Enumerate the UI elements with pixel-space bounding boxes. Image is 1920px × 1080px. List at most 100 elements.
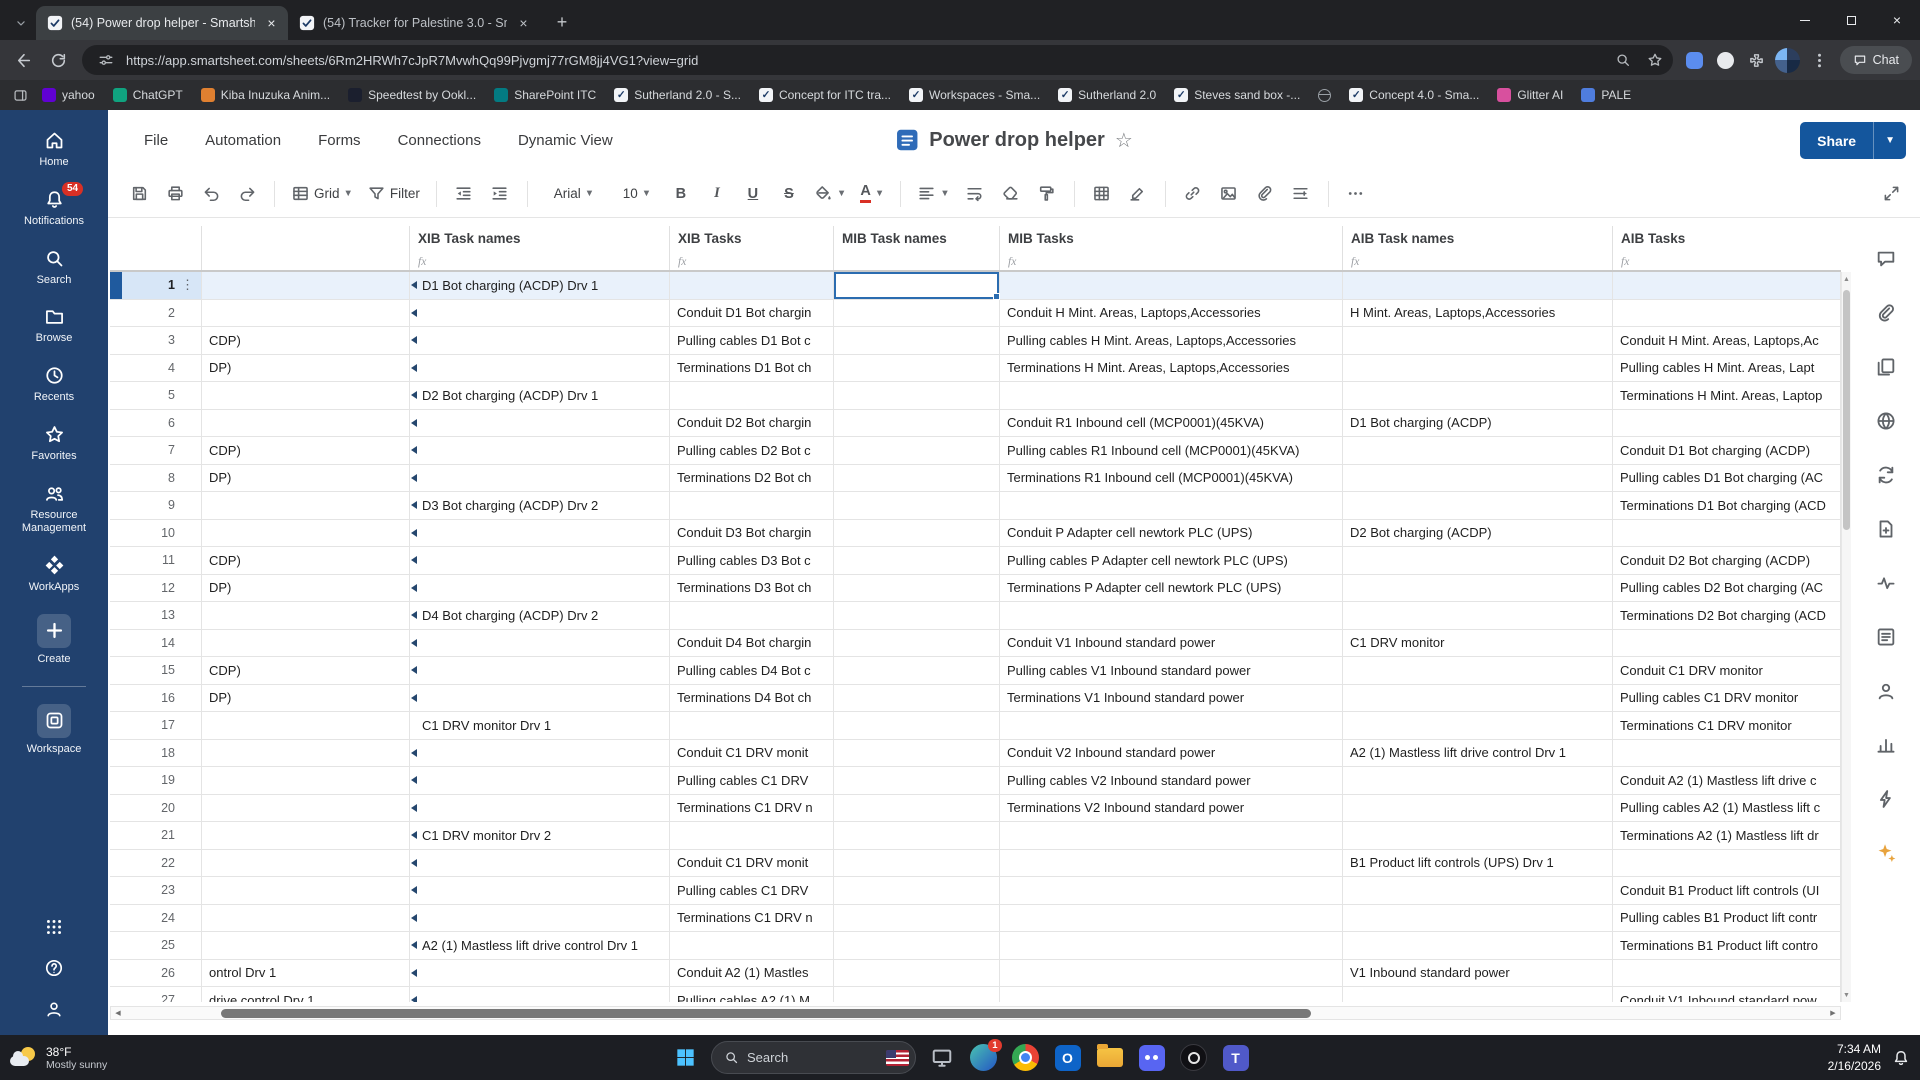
bookmark-item[interactable]: Kiba Inuzuka Anim... xyxy=(193,85,338,105)
grid-cell-xib_task[interactable] xyxy=(670,492,834,520)
grid-cell-mib_task[interactable] xyxy=(1000,959,1343,987)
grid-cell-mib_name[interactable] xyxy=(834,547,1000,575)
column-header-mib_name[interactable]: MIB Task names xyxy=(834,226,1000,270)
grid-cell-aib_name[interactable] xyxy=(1343,382,1613,410)
row-number-cell[interactable]: 15 xyxy=(110,657,202,685)
sidebar-item-browse[interactable]: Browse xyxy=(5,306,103,346)
scroll-right-arrow[interactable]: ▶ xyxy=(1826,1007,1840,1019)
grid-cell-aib_task[interactable] xyxy=(1613,299,1841,327)
grid-cell-xib_task[interactable]: Terminations D4 Bot ch xyxy=(670,684,834,712)
filter-button[interactable]: Filter xyxy=(361,177,426,211)
new-tab-button[interactable]: + xyxy=(548,8,576,36)
browser-tab[interactable]: (54) Tracker for Palestine 3.0 - Sma × xyxy=(288,6,540,40)
grid-cell-aib_task[interactable]: Terminations C1 DRV monitor xyxy=(1613,712,1841,740)
redo-button[interactable] xyxy=(230,177,264,211)
discord-taskbar-icon[interactable] xyxy=(1135,1041,1168,1074)
grid-cell-mib_name[interactable] xyxy=(834,382,1000,410)
grid-cell-aib_name[interactable] xyxy=(1343,712,1613,740)
attachments-icon[interactable] xyxy=(1875,302,1897,324)
favorite-star-icon[interactable]: ☆ xyxy=(1115,128,1133,153)
desktop-taskbar-icon[interactable] xyxy=(925,1041,958,1074)
grid-cell-partial[interactable]: CDP) xyxy=(202,657,410,685)
grid-cell-mib_task[interactable]: Terminations P Adapter cell newtork PLC … xyxy=(1000,574,1343,602)
row-number-cell[interactable]: 10 xyxy=(110,519,202,547)
grid-cell-mib_task[interactable] xyxy=(1000,602,1343,630)
bookmark-item[interactable] xyxy=(1310,86,1339,105)
grid-cell-mib_task[interactable]: Pulling cables V1 Inbound standard power xyxy=(1000,657,1343,685)
vertical-scrollbar[interactable]: ▲ ▼ xyxy=(1841,272,1851,1002)
grid-cell-mib_name[interactable] xyxy=(834,822,1000,850)
row-number-cell[interactable]: 9 xyxy=(110,492,202,520)
row-number-cell[interactable]: 8 xyxy=(110,464,202,492)
grid-cell-aib_task[interactable]: Conduit A2 (1) Mastless lift drive c xyxy=(1613,767,1841,795)
grid-cell-partial[interactable] xyxy=(202,822,410,850)
grid-cell-xib_task[interactable]: Terminations D1 Bot ch xyxy=(670,354,834,382)
column-header-aib_name[interactable]: AIB Task names fx xyxy=(1343,226,1613,270)
grid-cell-partial[interactable] xyxy=(202,409,410,437)
grid-cell-xib_task[interactable]: Terminations D2 Bot ch xyxy=(670,464,834,492)
profile-chip[interactable]: Chat xyxy=(1839,46,1912,74)
grid-cell-aib_name[interactable] xyxy=(1343,684,1613,712)
view-selector[interactable]: Grid ▼ xyxy=(285,177,359,211)
sidebar-item-search[interactable]: Search xyxy=(5,248,103,288)
grid-cell-xib_name[interactable] xyxy=(410,629,670,657)
grid-cell-mib_task[interactable] xyxy=(1000,822,1343,850)
grid-cell-partial[interactable] xyxy=(202,904,410,932)
grid-cell-aib_task[interactable] xyxy=(1613,959,1841,987)
browser-menu-button[interactable] xyxy=(1805,45,1835,75)
column-header-xib_task[interactable]: XIB Tasks fx xyxy=(670,226,834,270)
bookmark-item[interactable]: ✓ Concept 4.0 - Sma... xyxy=(1341,85,1487,105)
notifications-bell-icon[interactable] xyxy=(1892,1049,1910,1067)
grid-cell-xib_task[interactable]: Conduit C1 DRV monit xyxy=(670,849,834,877)
grid-cell-aib_name[interactable]: C1 DRV monitor xyxy=(1343,629,1613,657)
menu-automation[interactable]: Automation xyxy=(205,132,281,149)
vertical-scroll-thumb[interactable] xyxy=(1843,290,1850,530)
grid-cell-mib_task[interactable]: Terminations R1 Inbound cell (MCP0001)(4… xyxy=(1000,464,1343,492)
contacts-icon[interactable] xyxy=(1875,680,1897,702)
update-requests-icon[interactable] xyxy=(1875,464,1897,486)
grid-cell-aib_name[interactable] xyxy=(1343,767,1613,795)
grid-cell-xib_name[interactable] xyxy=(410,877,670,905)
grid-cell-xib_task[interactable]: Conduit C1 DRV monit xyxy=(670,739,834,767)
back-button[interactable] xyxy=(8,45,38,75)
refresh-button[interactable] xyxy=(43,45,73,75)
tab-close-icon[interactable]: × xyxy=(263,15,280,32)
font-family-select[interactable]: Arial ▼ xyxy=(538,177,610,211)
grid-cell-aib_task[interactable]: Conduit V1 Inbound standard pow xyxy=(1613,987,1841,1002)
sidebar-item-workapps[interactable]: WorkApps xyxy=(5,555,103,595)
grid-cell-partial[interactable] xyxy=(202,849,410,877)
grid-cell-partial[interactable]: CDP) xyxy=(202,437,410,465)
grid-cell-xib_name[interactable] xyxy=(410,574,670,602)
grid-cell-mib_name[interactable] xyxy=(834,849,1000,877)
grid-cell-mib_task[interactable]: Conduit P Adapter cell newtork PLC (UPS) xyxy=(1000,519,1343,547)
activity-log-icon[interactable] xyxy=(1875,572,1897,594)
grid-cell-xib_name[interactable] xyxy=(410,767,670,795)
sidebar-item-home[interactable]: Home xyxy=(5,130,103,170)
grid-cell-mib_name[interactable] xyxy=(834,959,1000,987)
grid-cell-xib_name[interactable] xyxy=(410,987,670,1002)
grid-cell-aib_task[interactable]: Terminations A2 (1) Mastless lift dr xyxy=(1613,822,1841,850)
close-button[interactable]: × xyxy=(1874,0,1920,40)
grid-cell-xib_task[interactable] xyxy=(670,712,834,740)
grid-cell-aib_name[interactable] xyxy=(1343,877,1613,905)
grid-cell-mib_task[interactable]: Terminations V2 Inbound standard power xyxy=(1000,794,1343,822)
grid-cell-mib_task[interactable] xyxy=(1000,382,1343,410)
sidebar-item-favorites[interactable]: Favorites xyxy=(5,424,103,464)
zoom-icon[interactable] xyxy=(1611,48,1635,72)
taskbar-search[interactable]: Search xyxy=(711,1041,916,1074)
grid-cell-aib_task[interactable]: Pulling cables C1 DRV monitor xyxy=(1613,684,1841,712)
grid-cell-mib_name[interactable] xyxy=(834,327,1000,355)
charts-icon[interactable] xyxy=(1875,734,1897,756)
grid-cell-xib_name[interactable] xyxy=(410,519,670,547)
publish-icon[interactable] xyxy=(1875,410,1897,432)
grid-cell-aib_task[interactable] xyxy=(1613,739,1841,767)
grid-cell-mib_name[interactable] xyxy=(834,987,1000,1002)
expand-button[interactable] xyxy=(1874,177,1908,211)
extensions-menu-button[interactable] xyxy=(1744,47,1770,73)
menu-dynamic-view[interactable]: Dynamic View xyxy=(518,132,613,149)
grid-cell-mib_name[interactable] xyxy=(834,877,1000,905)
grid-cell-xib_task[interactable] xyxy=(670,932,834,960)
outlook-taskbar-icon[interactable]: O xyxy=(1051,1041,1084,1074)
grid-cell-xib_task[interactable]: Terminations D3 Bot ch xyxy=(670,574,834,602)
grid-cell-aib_task[interactable]: Pulling cables A2 (1) Mastless lift c xyxy=(1613,794,1841,822)
